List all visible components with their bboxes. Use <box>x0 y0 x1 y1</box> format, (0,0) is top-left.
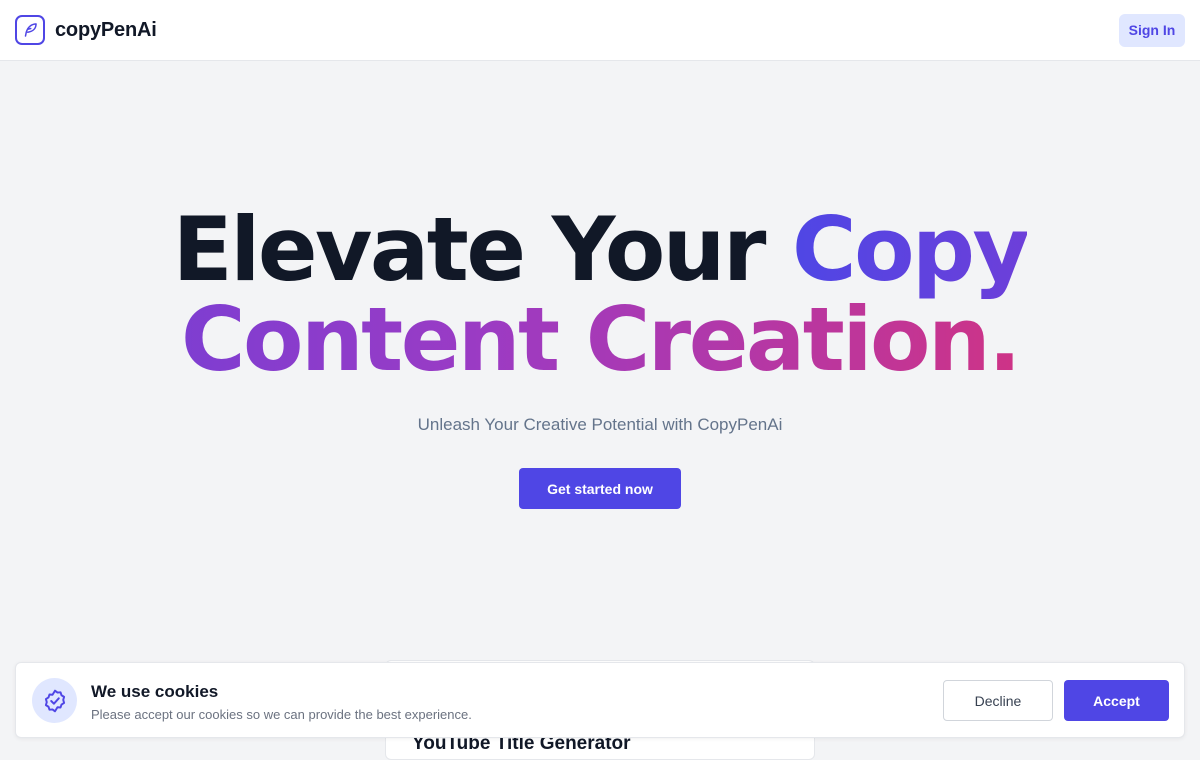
cookie-description: Please accept our cookies so we can prov… <box>91 707 472 722</box>
cookie-banner: We use cookies Please accept our cookies… <box>15 662 1185 738</box>
headline-line-1: Elevate Your Copy <box>0 205 1200 295</box>
cookie-title: We use cookies <box>91 682 219 701</box>
get-started-button[interactable]: Get started now <box>519 468 681 509</box>
decline-cookies-button[interactable]: Decline <box>943 680 1053 721</box>
brand-logo[interactable]: copyPenAi <box>15 15 157 45</box>
hero-subtitle: Unleash Your Creative Potential with Cop… <box>417 415 783 434</box>
hero-section: Elevate Your Copy Content Creation. Unle… <box>0 205 1200 509</box>
feather-pen-icon <box>15 15 45 45</box>
accept-cookies-button[interactable]: Accept <box>1064 680 1169 721</box>
headline-text-accent: Copy <box>791 198 1030 301</box>
brand-name: copyPenAi <box>55 18 157 41</box>
shield-check-icon <box>32 678 77 723</box>
headline-line-2: Content Creation. <box>0 295 1200 385</box>
headline-text-dark: Elevate Your <box>172 198 792 301</box>
sign-in-button[interactable]: Sign In <box>1119 13 1185 47</box>
top-navbar: copyPenAi Sign In <box>0 0 1200 61</box>
